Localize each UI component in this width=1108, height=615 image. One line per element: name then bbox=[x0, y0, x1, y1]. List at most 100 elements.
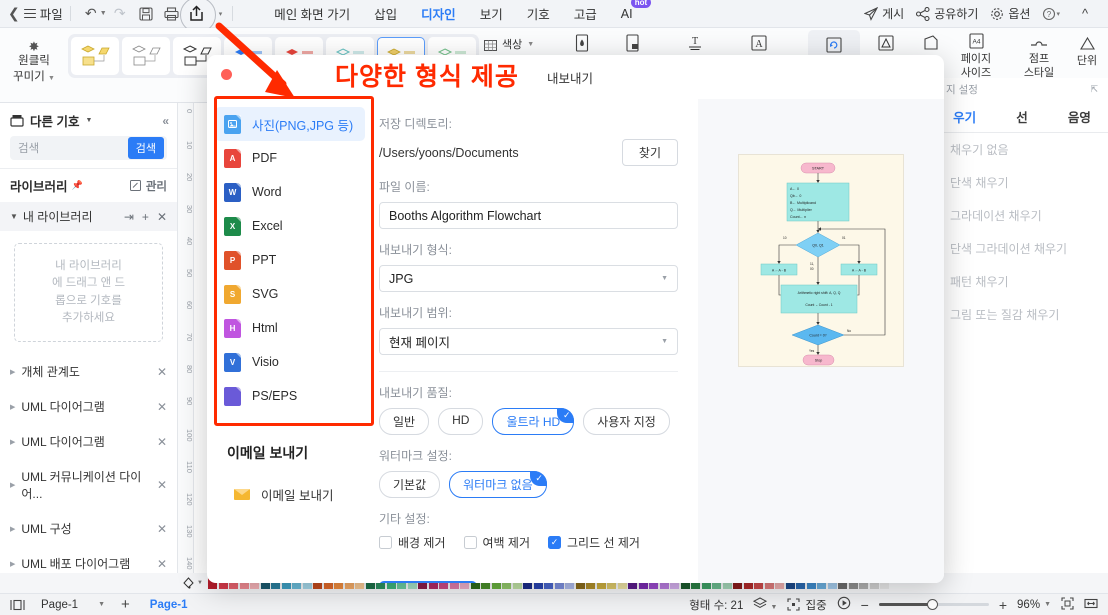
export-submit-button[interactable]: 내보내기 bbox=[379, 581, 477, 583]
publish-button[interactable]: 게시 bbox=[864, 5, 904, 22]
jump-style-button[interactable]: 점프 스타일 bbox=[1013, 30, 1065, 81]
undo-caret-icon[interactable]: ▼ bbox=[100, 10, 107, 17]
file-menu-button[interactable]: 파일 bbox=[23, 4, 63, 23]
page-selector[interactable]: Page-1 ▼ bbox=[35, 598, 111, 612]
add-page-button[interactable]: + bbox=[111, 596, 140, 613]
fill-option-pattern[interactable]: 패턴 채우기 bbox=[936, 265, 1108, 298]
checkbox-remove-gridlines[interactable]: ✓ 그리드 선 제거 bbox=[548, 534, 640, 551]
format-item-image[interactable]: 사진(PNG,JPG 등) bbox=[215, 107, 365, 141]
manage-library-button[interactable]: 관리 bbox=[129, 178, 167, 194]
list-item[interactable]: ▶ UML 다이어그램 ✕ bbox=[0, 389, 177, 424]
expand-dialog-icon[interactable]: ⇱ bbox=[1090, 84, 1098, 95]
page-tab-page1[interactable]: Page-1 bbox=[140, 599, 198, 611]
format-item-pdf[interactable]: A PDF bbox=[215, 141, 365, 175]
tab-design[interactable]: 디자인 bbox=[409, 0, 468, 32]
tab-insert[interactable]: 삽입 bbox=[362, 0, 409, 27]
unit-button[interactable]: 단위 bbox=[1068, 32, 1106, 68]
zoom-slider[interactable] bbox=[878, 599, 989, 610]
zoom-level-selector[interactable]: 96% ▼ bbox=[1017, 599, 1051, 611]
shadow-tool-button[interactable] bbox=[607, 32, 659, 54]
library-dropzone[interactable]: 내 라이브러리 에 드래그 앤 드 롭으로 기호를 추가하세요 bbox=[14, 243, 163, 342]
layers-button[interactable]: ▼ bbox=[753, 597, 777, 612]
fill-option-solid[interactable]: 단색 채우기 bbox=[936, 166, 1108, 199]
fill-tool-button[interactable] bbox=[556, 32, 608, 54]
range-select[interactable]: 현재 페이지 ▼ bbox=[379, 328, 678, 355]
play-presentation-button[interactable] bbox=[837, 596, 851, 613]
one-click-beautify-button[interactable]: ✸ 원클릭 꾸미기 ▼ bbox=[6, 32, 62, 94]
format-item-svg[interactable]: S SVG bbox=[215, 277, 365, 311]
collapse-ribbon-icon[interactable]: ^ bbox=[1072, 3, 1098, 25]
help-caret-icon[interactable]: ▾ bbox=[1056, 10, 1060, 18]
format-item-html[interactable]: H Html bbox=[215, 311, 365, 345]
export-share-icon[interactable] bbox=[179, 0, 216, 33]
search-button[interactable]: 검색 bbox=[127, 137, 164, 159]
close-icon[interactable]: ✕ bbox=[157, 365, 167, 379]
color-button[interactable]: 색상 ▼ bbox=[484, 34, 546, 56]
back-button[interactable]: ❮ bbox=[8, 5, 20, 22]
focus-mode-button[interactable]: 집중 bbox=[787, 597, 827, 613]
list-item[interactable]: ▶ UML 커뮤니케이션 다이어... ✕ bbox=[0, 459, 177, 511]
browse-button[interactable]: 찾기 bbox=[621, 139, 678, 166]
collapse-panel-icon[interactable]: « bbox=[162, 114, 169, 128]
format-item-visio[interactable]: V Visio bbox=[215, 345, 365, 379]
redo-icon[interactable]: ↷ bbox=[107, 3, 133, 25]
close-icon[interactable]: ✕ bbox=[157, 400, 167, 414]
tab-view[interactable]: 보기 bbox=[468, 0, 515, 27]
search-input[interactable]: 검색 검색 bbox=[10, 136, 167, 160]
theme-swatch-white[interactable] bbox=[122, 37, 170, 75]
tab-line[interactable]: 선 bbox=[993, 101, 1050, 132]
tab-advanced[interactable]: 고급 bbox=[562, 0, 609, 27]
zoom-slider-knob[interactable] bbox=[926, 599, 938, 610]
import-library-icon[interactable]: ⇥ bbox=[124, 210, 134, 224]
vertical-ruler[interactable]: 0 10 20 30 40 50 60 70 80 90 100 110 120… bbox=[178, 103, 194, 573]
list-item[interactable]: ▶ UML 다이어그램 ✕ bbox=[0, 424, 177, 459]
fill-option-solid-gradient[interactable]: 단색 그라데이션 채우기 bbox=[936, 232, 1108, 265]
page-size-button[interactable]: A4 페이지 사이즈 bbox=[950, 30, 1002, 81]
format-select[interactable]: JPG ▼ bbox=[379, 265, 678, 292]
close-icon[interactable]: ✕ bbox=[157, 435, 167, 449]
fit-width-button[interactable] bbox=[1084, 597, 1098, 613]
more-caret-icon[interactable]: ▾ bbox=[219, 10, 223, 18]
list-item[interactable]: ▶ 개체 관계도 ✕ bbox=[0, 354, 177, 389]
fill-option-picture-texture[interactable]: 그림 또는 질감 채우기 bbox=[936, 298, 1108, 331]
checkbox-remove-margin[interactable]: 여백 제거 bbox=[463, 534, 530, 551]
share-button[interactable]: 공유하기 bbox=[916, 5, 978, 22]
close-icon[interactable]: ✕ bbox=[157, 557, 167, 571]
zoom-out-button[interactable]: − bbox=[861, 597, 869, 613]
close-icon[interactable]: ✕ bbox=[157, 478, 167, 492]
watermark-none-button[interactable]: 워터마크 없음 ✓ bbox=[449, 471, 547, 498]
format-item-word[interactable]: W Word bbox=[215, 175, 365, 209]
filename-input[interactable]: Booths Algorithm Flowchart bbox=[379, 202, 678, 229]
text-style-button[interactable]: T bbox=[669, 32, 721, 54]
save-icon[interactable] bbox=[133, 3, 159, 25]
tab-symbol[interactable]: 기호 bbox=[515, 0, 562, 27]
fill-bucket-icon[interactable]: ▼ bbox=[182, 576, 208, 590]
symbols-header[interactable]: 다른 기호 ▼ « bbox=[0, 103, 177, 136]
add-library-icon[interactable]: + bbox=[142, 210, 149, 224]
chevron-down-icon[interactable]: ▼ bbox=[527, 40, 534, 49]
tab-ai[interactable]: AI hot bbox=[609, 0, 652, 25]
quality-custom-button[interactable]: 사용자 지정 bbox=[583, 408, 670, 435]
theme-swatch-yellow[interactable] bbox=[71, 37, 119, 75]
page-layout-toggle[interactable] bbox=[0, 599, 35, 611]
quality-normal-button[interactable]: 일반 bbox=[379, 408, 430, 435]
checkbox-remove-background[interactable]: 배경 제거 bbox=[379, 534, 446, 551]
quality-hd-button[interactable]: HD bbox=[438, 408, 484, 435]
format-item-ppt[interactable]: P PPT bbox=[215, 243, 365, 277]
tab-fill[interactable]: 우기 bbox=[936, 101, 993, 132]
my-library-row[interactable]: ▼ 내 라이브러리 ⇥ + ✕ bbox=[0, 202, 177, 231]
format-item-excel[interactable]: X Excel bbox=[215, 209, 365, 243]
text-box-button[interactable]: A bbox=[733, 32, 785, 54]
help-button[interactable]: ? ▾ bbox=[1042, 7, 1060, 21]
close-icon[interactable]: ✕ bbox=[157, 522, 167, 536]
fit-page-button[interactable] bbox=[1061, 596, 1074, 613]
tab-shadow[interactable]: 음영 bbox=[1051, 101, 1108, 132]
pin-icon[interactable]: 📌 bbox=[72, 180, 83, 191]
format-item-ps-eps[interactable]: PS/EPS bbox=[215, 379, 365, 413]
list-item[interactable]: ▶ UML 구성 ✕ bbox=[0, 511, 177, 546]
options-button[interactable]: 옵션 bbox=[990, 5, 1030, 22]
watermark-default-button[interactable]: 기본값 bbox=[379, 471, 441, 498]
close-library-icon[interactable]: ✕ bbox=[157, 210, 167, 224]
chevron-down-icon[interactable]: ▼ bbox=[85, 117, 92, 124]
zoom-in-button[interactable]: + bbox=[999, 597, 1007, 613]
